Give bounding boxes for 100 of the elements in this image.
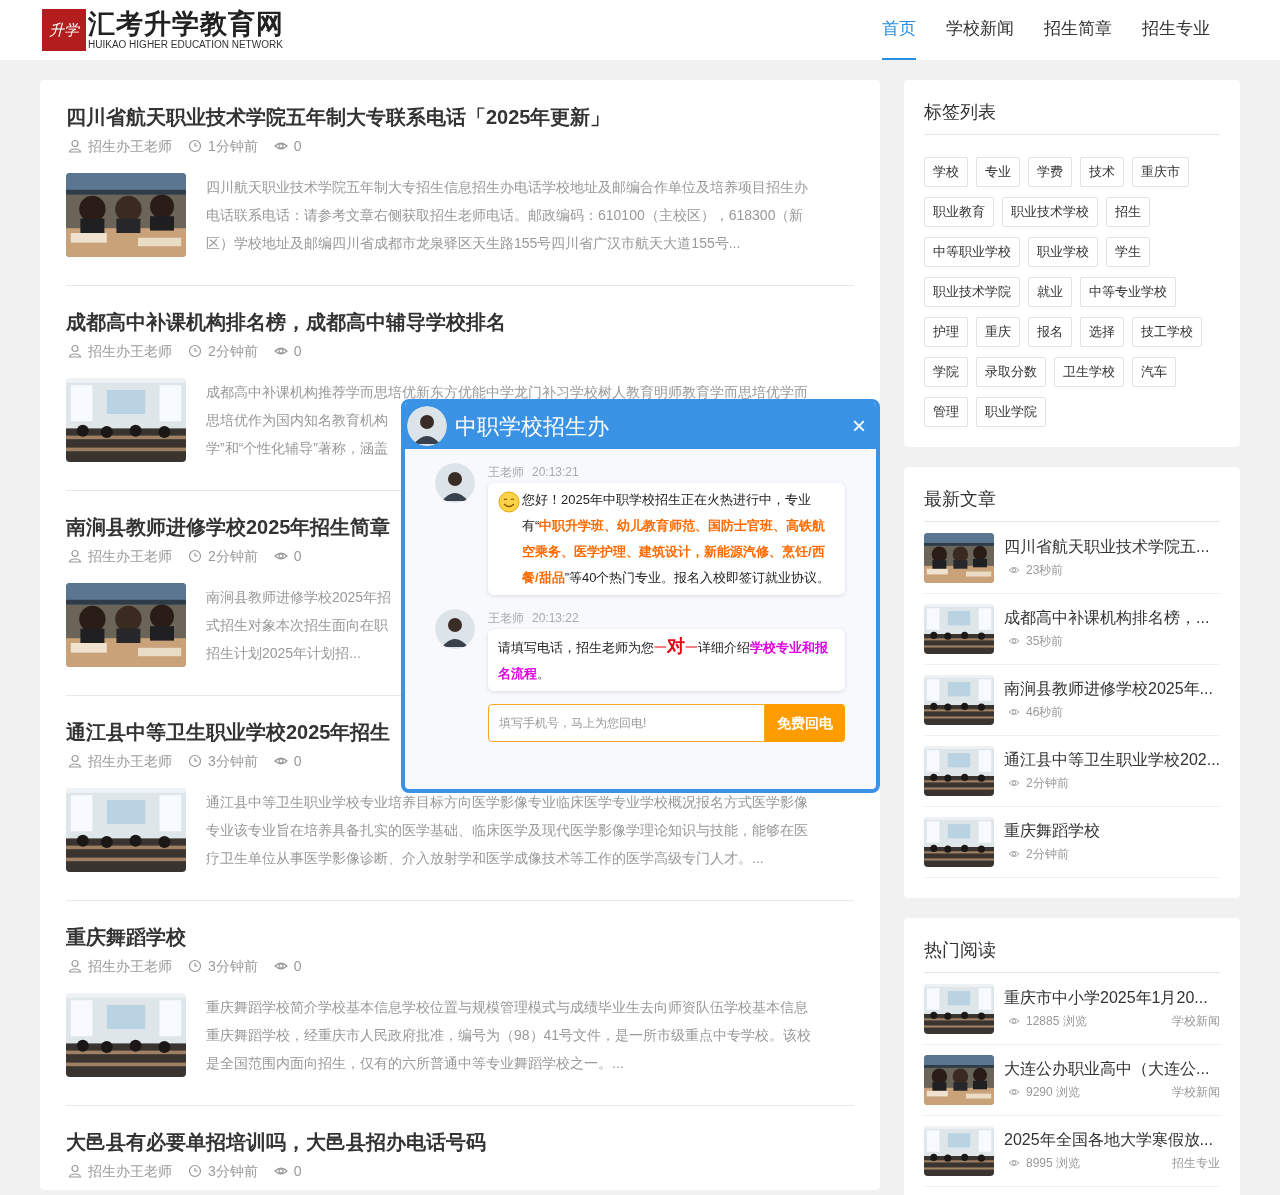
author-name: 招生办王老师 [88, 751, 172, 771]
excerpt-line: 思培优作为国内知名教育机构 [206, 411, 388, 430]
clock-icon [188, 959, 202, 973]
logo-title: 汇考升学教育网 [88, 9, 284, 39]
view-count: 9290 浏览 [1026, 1084, 1081, 1101]
nav-link[interactable]: 招生简章 [1044, 0, 1112, 60]
article-link[interactable]: 重庆舞蹈学校 [1004, 819, 1220, 843]
tag-link[interactable]: 重庆市 [1132, 157, 1189, 187]
nav-link[interactable]: 招生专业 [1142, 0, 1210, 60]
views-icon [1008, 564, 1020, 576]
article-title[interactable]: 重庆舞蹈学校 [66, 923, 854, 951]
post-time: 46秒前 [1026, 704, 1064, 721]
author-name: 招生办王老师 [88, 341, 172, 361]
avatar-icon [435, 609, 475, 649]
views-icon [1008, 777, 1020, 789]
tag-link[interactable]: 招生 [1106, 197, 1150, 227]
views-icon [1008, 1086, 1020, 1098]
author-name: 招生办王老师 [88, 546, 172, 566]
avatar-icon [407, 406, 447, 446]
article-link[interactable]: 成都高中补课机构排名榜，... [1004, 606, 1220, 630]
article-link[interactable]: 通江县中等卫生职业学校202... [1004, 748, 1220, 772]
excerpt-line: 电话联系电话：请参考文章右侧获取招生老师电话。邮政编码：610100（主校区），618300（新 [206, 206, 804, 225]
message-text: 您好！2025年中职学校招生正在火热进行中，专业有“中职升学班、幼儿教育师范、国防士官班、高铁航空乘务、医学护理、建筑设计，新能源汽修、烹饪/西餐/甜品”等40个热门专业。报名入校即签订就业协议。 [522, 491, 832, 587]
tag-link[interactable]: 选择 [1080, 317, 1124, 347]
category-label: 招生专业 [1172, 1155, 1220, 1172]
excerpt-line: 成都高中补课机构推荐学而思培优新东方优能中学龙门补习学校树人教育明师教育学而思培优学而 [206, 383, 808, 402]
tag-link[interactable]: 学生 [1106, 237, 1150, 267]
excerpt-line: 专业该专业旨在培养具备扎实的医学基础、临床医学及现代医学影像学理论知识与技能，能够在医 [206, 821, 808, 840]
tag-link[interactable]: 学院 [924, 357, 968, 387]
clock-icon [188, 549, 202, 563]
tag-link[interactable]: 汽车 [1132, 357, 1176, 387]
tag-link[interactable]: 学费 [1028, 157, 1072, 187]
views-icon [1008, 848, 1020, 860]
user-icon [68, 754, 82, 768]
phone-input[interactable]: 填写手机号，马上为您回电! [488, 704, 765, 742]
excerpt-line: 四川航天职业技术学院五年制大专招生信息招生办电话学校地址及邮编合作单位及培养项目招生办 [206, 178, 808, 197]
tag-link[interactable]: 技术 [1080, 157, 1124, 187]
section-title: 最新文章 [924, 487, 1220, 522]
section-title: 热门阅读 [924, 938, 1220, 973]
post-time: 2分钟前 [1026, 846, 1069, 863]
user-icon [68, 139, 82, 153]
message-text: 请填写电话，招生老师为您一对一详细介绍学校专业和报名流程。 [498, 635, 829, 683]
excerpt-line: 重庆舞蹈学校简介学校基本信息学校位置与规模管理模式与成绩毕业生去向师资队伍学校基本信息 [206, 998, 808, 1017]
excerpt-line: 疗卫生单位从事医学影像诊断、介入放射学和医学成像技术等工作的医学高级专门人才。... [206, 849, 764, 868]
post-time: 3分钟前 [208, 751, 258, 771]
tag-link[interactable]: 重庆 [976, 317, 1020, 347]
section-title: 标签列表 [924, 100, 1220, 135]
view-count: 8995 浏览 [1026, 1155, 1081, 1172]
article-title[interactable]: 大邑县有必要单招培训吗，大邑县招办电话号码 [66, 1128, 854, 1156]
excerpt-line: 是全国范围内面向招生，仅有的六所普通中等专业舞蹈学校之一。... [206, 1054, 624, 1073]
excerpt-line: 招生计划2025年计划招... [206, 644, 361, 663]
article-title[interactable]: 成都高中补课机构排名榜，成都高中辅导学校排名 [66, 308, 854, 336]
excerpt-line: 区）学校地址及邮编四川省成都市龙泉驿区天生路155号四川省广汉市航天大道155号... [206, 234, 741, 253]
tag-link[interactable]: 报名 [1028, 317, 1072, 347]
author-name: 招生办王老师 [88, 1161, 172, 1181]
tag-link[interactable]: 职业学校 [1028, 237, 1098, 267]
view-count: 0 [293, 956, 302, 976]
tag-link[interactable]: 学校 [924, 157, 968, 187]
tag-link[interactable]: 技工学校 [1132, 317, 1202, 347]
tag-link[interactable]: 卫生学校 [1054, 357, 1124, 387]
tag-link[interactable]: 护理 [924, 317, 968, 347]
post-time: 1分钟前 [208, 136, 258, 156]
view-count: 0 [293, 341, 302, 361]
tag-link[interactable]: 专业 [976, 157, 1020, 187]
article-link[interactable]: 重庆市中小学2025年1月20... [1004, 986, 1220, 1010]
tag-link[interactable]: 职业教育 [924, 197, 994, 227]
chat-title: 中职学校招生办 [455, 412, 610, 441]
excerpt-line: 通江县中等卫生职业学校专业培养目标方向医学影像专业临床医学专业学校概况报名方式医学影像 [206, 793, 808, 812]
article-link[interactable]: 2025年全国各地大学寒假放... [1004, 1128, 1220, 1152]
tag-link[interactable]: 录取分数 [976, 357, 1046, 387]
article-link[interactable]: 大连公办职业高中（大连公... [1004, 1057, 1220, 1081]
view-count: 0 [293, 546, 302, 566]
tag-link[interactable]: 管理 [924, 397, 968, 427]
tag-link[interactable]: 中等专业学校 [1080, 277, 1176, 307]
post-time: 23秒前 [1026, 562, 1064, 579]
tag-link[interactable]: 职业学院 [976, 397, 1046, 427]
tag-link[interactable]: 职业技术学院 [924, 277, 1020, 307]
post-time: 35秒前 [1026, 633, 1064, 650]
category-label: 学校新闻 [1172, 1013, 1220, 1030]
author-name: 招生办王老师 [88, 136, 172, 156]
message-time: 20:13:21 [532, 464, 579, 480]
smiley-icon [498, 491, 520, 513]
nav-link[interactable]: 学校新闻 [946, 0, 1014, 60]
avatar-icon [435, 463, 475, 503]
user-icon [68, 549, 82, 563]
article-title[interactable]: 四川省航天职业技术学院五年制大专联系电话「2025年更新」 [66, 103, 854, 131]
article-link[interactable]: 南涧县教师进修学校2025年... [1004, 677, 1220, 701]
logo-subtitle: HUIKAO HIGHER EDUCATION NETWORK [88, 39, 284, 51]
view-count: 0 [293, 751, 302, 771]
article-link[interactable]: 四川省航天职业技术学院五... [1004, 535, 1220, 559]
view-count: 0 [293, 1161, 302, 1181]
tag-link[interactable]: 中等职业学校 [924, 237, 1020, 267]
tag-link[interactable]: 就业 [1028, 277, 1072, 307]
nav-link[interactable]: 首页 [882, 0, 916, 60]
post-time: 2分钟前 [1026, 775, 1069, 792]
tag-link[interactable]: 职业技术学校 [1002, 197, 1098, 227]
clock-icon [188, 139, 202, 153]
clock-icon [188, 344, 202, 358]
post-time: 3分钟前 [208, 956, 258, 976]
logo-mark: 升学 [42, 9, 86, 51]
